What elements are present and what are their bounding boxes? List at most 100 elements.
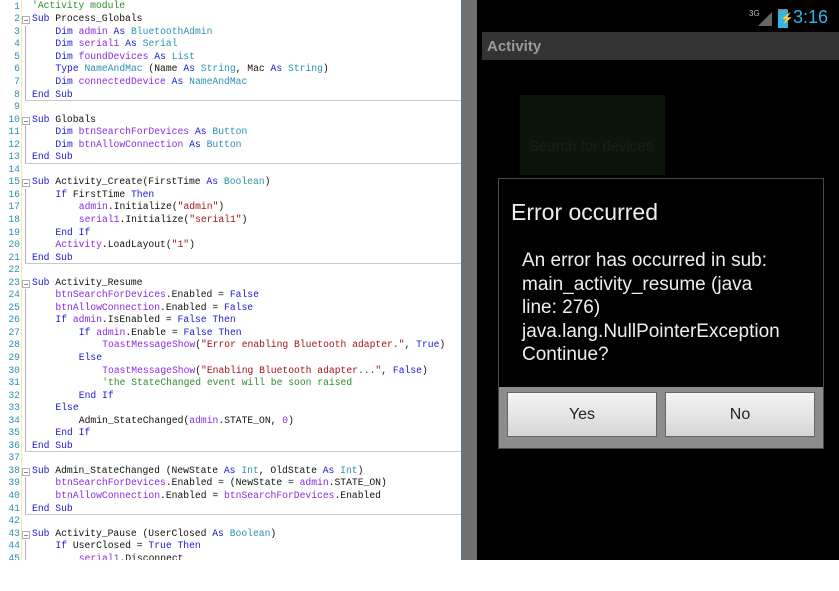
fold-guide [22, 364, 31, 378]
line-number: 41 [8, 502, 20, 514]
yes-button[interactable]: Yes [507, 392, 657, 437]
keyword: Dim [55, 50, 79, 62]
line-number: 24 [8, 289, 20, 301]
comment: 'the StateChanged event will be soon rai… [102, 377, 353, 389]
fold-collapse-icon[interactable] [22, 13, 31, 26]
code-content: serial1.Initialize("serial1") [32, 214, 248, 227]
code-content: Sub Activity_Create(FirstTime As Boolean… [32, 176, 270, 189]
code-content: End If [32, 427, 90, 440]
comment: 'Activity module [32, 0, 126, 11]
fold-guide [22, 477, 31, 490]
code-line[interactable]: 2 Sub Process_Globals [0, 13, 461, 26]
code-line[interactable]: 22 [0, 264, 461, 277]
message-line: An error has occurred in sub: [522, 250, 768, 271]
code-text: ) [357, 464, 364, 476]
code-line[interactable]: 12 Dim btnAllowConnection As Button [0, 138, 461, 152]
code-line[interactable]: 37 [0, 452, 461, 465]
code-editor[interactable]: 1 'Activity module 2 Sub Process_Globals 3 Di… [0, 0, 461, 560]
code-line[interactable]: 5 Dim foundDevices As List [0, 50, 461, 64]
code-line[interactable]: 9 [0, 101, 461, 114]
fold-collapse-icon[interactable] [22, 277, 31, 290]
code-content: End If [32, 227, 90, 240]
code-line[interactable]: 17 admin.Initialize("admin") [0, 201, 461, 214]
code-line[interactable]: 36 End Sub [0, 439, 461, 453]
code-line[interactable]: 11 Dim btnSearchForDevices As Button [0, 126, 461, 139]
string-literal: "admin" [177, 201, 219, 213]
code-line[interactable]: 18 serial1.Initialize("serial1") [0, 213, 461, 227]
code-line[interactable]: 20 Activity.LoadLayout("1") [0, 239, 461, 252]
activity-title-bar: Activity [482, 32, 839, 60]
search-for-devices-button[interactable]: Search for devices [520, 95, 665, 175]
code-line[interactable]: 3 Dim admin As BluetoothAdmin [0, 25, 461, 39]
code-line[interactable]: 15 Sub Activity_Create(FirstTime As Boole… [0, 176, 461, 189]
code-line[interactable]: 10 Sub Globals [0, 113, 461, 127]
code-line[interactable]: 6 Type NameAndMac (Name As String, Mac As… [0, 63, 461, 76]
line-number: 28 [8, 339, 20, 351]
code-content: Activity.LoadLayout("1") [32, 239, 195, 252]
code-line[interactable]: 8 End Sub [0, 88, 461, 102]
code-line[interactable]: 32 End If [0, 389, 461, 403]
string-literal: "Enabling Bluetooth adapter..." [201, 364, 382, 376]
code-line[interactable]: 28 ToastMessageShow("Error enabling Bluet… [0, 339, 461, 352]
identifier: btnAllowConnection [78, 138, 190, 150]
identifier: ToastMessageShow [102, 364, 196, 376]
keyword: If [55, 188, 73, 200]
code-line[interactable]: 25 btnAllowConnection.Enabled = False [0, 301, 461, 315]
keyword: Else [78, 352, 103, 363]
code-content: End Sub [32, 151, 73, 164]
code-content: btnSearchForDevices.Enabled = False [32, 289, 259, 302]
code-line[interactable]: 23 Sub Activity_Resume [0, 276, 461, 290]
fold-collapse-icon[interactable] [22, 465, 31, 478]
code-content: btnAllowConnection.Enabled = False [32, 302, 253, 315]
fold-guide [22, 75, 31, 89]
code-line[interactable]: 13 End Sub [0, 151, 461, 164]
fold-collapse-icon[interactable] [22, 176, 31, 189]
code-line[interactable]: 43 Sub Activity_Pause (UserClosed As Bool… [0, 527, 461, 541]
code-line[interactable]: 4 Dim serial1 As Serial [0, 38, 461, 51]
keyword: Sub [32, 13, 50, 25]
splitter[interactable] [462, 0, 477, 560]
code-line[interactable]: 42 [0, 515, 461, 528]
code-line[interactable]: 38 Sub Admin_StateChanged (NewState As In… [0, 464, 461, 478]
code-line[interactable]: 14 [0, 163, 461, 177]
code-line[interactable]: 1 'Activity module [0, 0, 461, 14]
type-name: Button [206, 138, 242, 150]
identifier: admin [189, 414, 219, 426]
code-line[interactable]: 41 End Sub [0, 502, 461, 516]
keyword: As [223, 464, 242, 476]
code-line[interactable]: 19 End If [0, 226, 461, 240]
code-line[interactable]: 34 Admin_StateChanged(admin.STATE_ON, 0) [0, 414, 461, 428]
code-content: 'Activity module [32, 0, 125, 13]
code-line[interactable]: 7 Dim connectedDevice As NameAndMac [0, 75, 461, 89]
line-number: 10 [8, 113, 20, 125]
code-line[interactable]: 31 'the StateChanged event will be soon r… [0, 377, 461, 390]
code-content: If admin.IsEnabled = False Then [32, 314, 235, 327]
line-number: 45 [8, 552, 20, 560]
code-line[interactable]: 35 End If [0, 427, 461, 440]
fold-guide [22, 25, 31, 39]
code-text: , [404, 339, 417, 351]
code-line[interactable]: 45 serial1.Disconnect [0, 552, 461, 560]
identifier: ToastMessageShow [102, 339, 196, 351]
code-line[interactable]: 44 If UserClosed = True Then [0, 540, 461, 553]
code-line[interactable]: 21 End Sub [0, 251, 461, 265]
fold-guide [22, 326, 31, 340]
code-line[interactable]: 24 btnSearchForDevices.Enabled = False [0, 289, 461, 302]
keyword: Dim [55, 126, 79, 138]
code-line[interactable]: 39 btnSearchForDevices.Enabled = (NewStat… [0, 477, 461, 491]
code-line[interactable]: 33 Else [0, 402, 461, 415]
code-text: Admin_StateChanged (NewState [49, 464, 224, 476]
code-line[interactable]: 16 If FirstTime Then [0, 188, 461, 202]
fold-guide [22, 126, 31, 139]
keyword: True [416, 339, 440, 351]
fold-collapse-icon[interactable] [22, 114, 31, 127]
identifier: foundDevices [78, 50, 155, 62]
line-number: 17 [8, 201, 20, 213]
code-line[interactable]: 26 If admin.IsEnabled = False Then [0, 314, 461, 327]
fold-collapse-icon[interactable] [22, 528, 31, 541]
code-line[interactable]: 40 btnAllowConnection.Enabled = btnSearch… [0, 490, 461, 503]
code-line[interactable]: 27 If admin.Enable = False Then [0, 326, 461, 340]
code-line[interactable]: 30 ToastMessageShow("Enabling Bluetooth a… [0, 364, 461, 378]
no-button[interactable]: No [665, 392, 815, 437]
code-line[interactable]: 29 Else [0, 352, 461, 365]
